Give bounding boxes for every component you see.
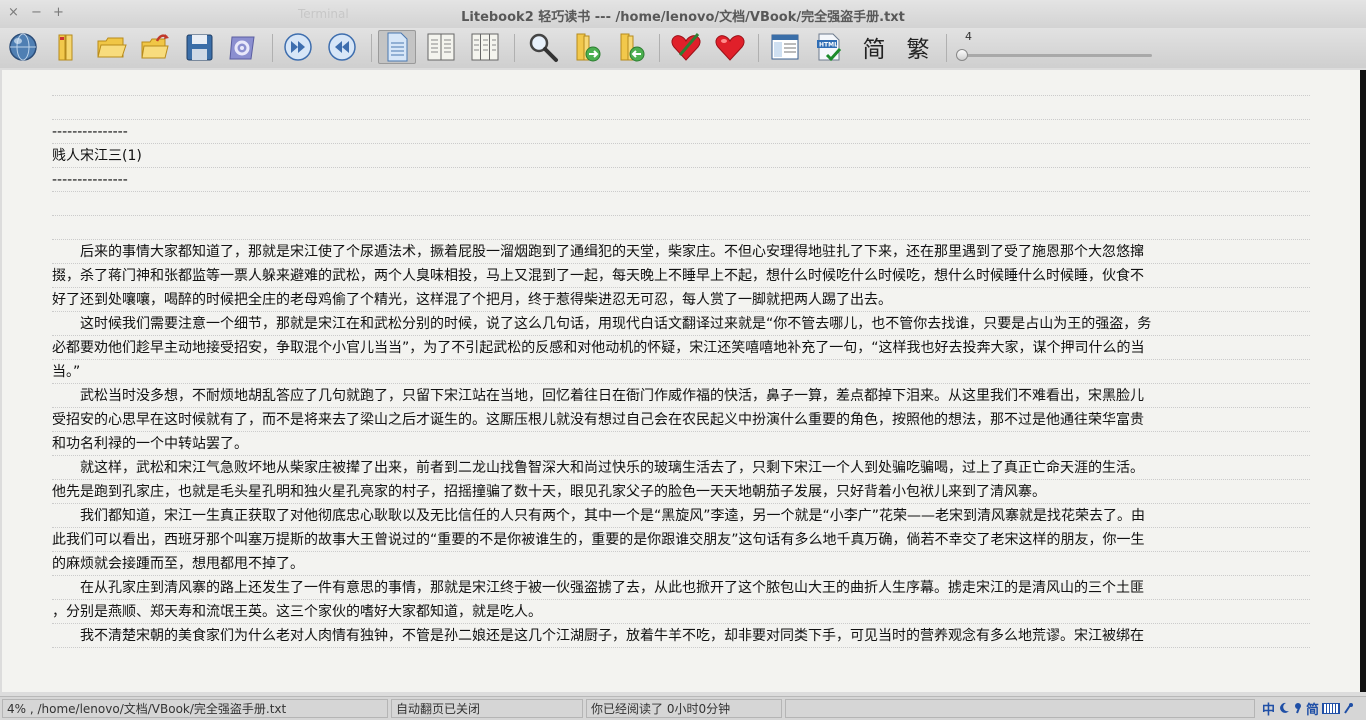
open-folder-icon — [97, 37, 127, 58]
open-recent-folder-icon — [141, 34, 169, 59]
three-column-view-button[interactable] — [466, 30, 504, 64]
toolbar-separator — [371, 34, 372, 62]
ime-chinese-mode: 中 — [1262, 702, 1276, 718]
status-auto-flip: 自动翻页已关闭 — [391, 699, 583, 718]
text-line: 后来的事情大家都知道了，那就是宋江使了个尿遁法术，撅着屁股一溜烟跑到了通缉犯的天… — [52, 240, 1310, 264]
toolbar-separator — [514, 34, 515, 62]
add-bookmark-button[interactable] — [667, 30, 705, 64]
add-bookmark-icon — [671, 33, 701, 61]
tools-icon — [1344, 703, 1354, 714]
settings-button[interactable] — [224, 30, 262, 64]
two-column-view-icon — [427, 33, 455, 61]
text-line: 我不清楚宋朝的美食家们为什么老对人肉情有独钟，不管是孙二娘还是这几个江湖厨子，放… — [52, 624, 1310, 648]
text-line: ，分别是燕顺、郑天寿和流氓王英。这三个家伙的嗜好大家都知道，就是吃人。 — [52, 600, 1310, 624]
settings-gear-icon — [229, 36, 255, 60]
text-line: 的麻烦就会接踵而至，想甩都甩不掉了。 — [52, 552, 1310, 576]
bookmarks-icon — [715, 35, 745, 61]
text-line — [52, 96, 1310, 120]
toolbar: HTML 简 繁 — [0, 28, 1366, 68]
next-page-button[interactable] — [279, 30, 317, 64]
status-bar: 4% , /home/lenovo/文档/VBook/完全强盗手册.txt 自动… — [0, 696, 1366, 720]
punctuation-icon — [1295, 703, 1302, 714]
html-export-icon: HTML — [817, 33, 842, 62]
zoom-slider-handle[interactable] — [956, 49, 968, 61]
bookshelf-button[interactable] — [48, 30, 86, 64]
keyboard-icon — [1322, 702, 1341, 714]
input-method-indicator[interactable]: 中 简 — [1262, 699, 1354, 718]
single-page-view-button[interactable] — [378, 30, 416, 64]
panel-toggle-icon — [771, 34, 799, 60]
text-line: 这时候我们需要注意一个细节，那就是宋江在和武松分别的时候，说了这么几句话，用现代… — [52, 312, 1310, 336]
three-column-view-icon — [471, 33, 499, 61]
zoom-value: 4 — [965, 30, 972, 43]
moon-icon — [1280, 702, 1290, 713]
text-line: 必都要劝他们趁早主动地接受招安，争取混个小官儿当当”，为了不引起武松的反感和对他… — [52, 336, 1310, 360]
simplified-label: 简 — [862, 37, 886, 63]
text-line: --------------- — [52, 120, 1310, 144]
text-line: 贱人宋江三(1) — [52, 144, 1310, 168]
text-line: 当。” — [52, 360, 1310, 384]
text-line: 我们都知道，宋江一生真正获取了对他彻底忠心耿耿以及无比信任的人只有两个，其中一个… — [52, 504, 1310, 528]
text-line — [52, 192, 1310, 216]
open-recent-button[interactable] — [136, 30, 174, 64]
text-line: 和功名利禄的一个中转站罢了。 — [52, 432, 1310, 456]
globe-icon — [9, 33, 37, 61]
svg-text:HTML: HTML — [819, 42, 838, 49]
bookshelf-icon — [58, 34, 73, 61]
ime-simplified-mode: 简 — [1306, 702, 1320, 718]
status-read-time: 你已经阅读了 0小时0分钟 — [586, 699, 782, 718]
two-column-view-button[interactable] — [422, 30, 460, 64]
prev-page-icon — [328, 33, 356, 61]
text-line: 受招安的心思早在这时候就有了，而不是将来去了梁山之后才诞生的。这厮压根儿就没有想… — [52, 408, 1310, 432]
text-line: 在从孔家庄到清风寨的路上还发生了一件有意思的事情，那就是宋江终于被一伙强盗掳了去… — [52, 576, 1310, 600]
next-file-button[interactable] — [568, 30, 606, 64]
zoom-slider[interactable] — [960, 54, 1152, 57]
text-line — [52, 216, 1310, 240]
save-icon — [186, 34, 213, 61]
search-button[interactable] — [524, 30, 562, 64]
single-page-view-icon — [387, 32, 408, 62]
prev-file-button[interactable] — [612, 30, 650, 64]
globe-button[interactable] — [4, 30, 42, 64]
status-empty-field — [785, 699, 1255, 718]
bookmarks-button[interactable] — [711, 30, 749, 64]
text-line: --------------- — [52, 168, 1310, 192]
window-title: Litebook2 轻巧读书 --- /home/lenovo/文档/VBook… — [461, 10, 905, 25]
title-bar: × − + Terminal Litebook2 轻巧读书 --- /home/… — [0, 0, 1366, 28]
goto-next-file-icon — [576, 33, 601, 62]
open-file-button[interactable] — [92, 30, 130, 64]
prev-page-button[interactable] — [323, 30, 361, 64]
toolbar-separator — [272, 34, 273, 62]
save-button[interactable] — [180, 30, 218, 64]
simplified-chinese-button[interactable]: 简 — [855, 30, 893, 64]
text-line: 就这样，武松和宋江气急败坏地从柴家庄被撵了出来，前者到二龙山找鲁智深大和尚过快乐… — [52, 456, 1310, 480]
html-export-button[interactable]: HTML — [810, 30, 848, 64]
next-page-icon — [284, 33, 312, 61]
text-line: 武松当时没多想，不耐烦地胡乱答应了几句就跑了，只留下宋江站在当地，回忆着往日在衙… — [52, 384, 1310, 408]
panel-toggle-button[interactable] — [766, 30, 804, 64]
search-icon — [529, 33, 558, 62]
reading-area[interactable]: --------------- 贱人宋江三(1) --------------- 后… — [2, 70, 1360, 692]
traditional-label: 繁 — [906, 37, 930, 63]
reader-scrollbar[interactable] — [1360, 70, 1366, 692]
goto-prev-file-icon — [620, 33, 645, 62]
text-line: 好了还到处嚷嚷，喝醉的时候把全庄的老母鸡偷了个精光，这样混了个把月，终于惹得柴进… — [52, 288, 1310, 312]
text-line — [52, 72, 1310, 96]
toolbar-separator — [946, 34, 947, 62]
traditional-chinese-button[interactable]: 繁 — [899, 30, 937, 64]
toolbar-separator — [758, 34, 759, 62]
text-line: 此我们可以看出，西班牙那个叫塞万提斯的故事大王曾说过的“重要的不是你被谁生的，重… — [52, 528, 1310, 552]
status-file-path: 4% , /home/lenovo/文档/VBook/完全强盗手册.txt — [2, 699, 388, 718]
text-line: 掇，杀了蒋门神和张都监等一票人躲来避难的武松，两个人臭味相投，马上又混到了一起，… — [52, 264, 1310, 288]
text-line: 他先是跑到孔家庄，也就是毛头星孔明和独火星孔亮家的村子，招摇撞骗了数十天，眼见孔… — [52, 480, 1310, 504]
toolbar-separator — [659, 34, 660, 62]
